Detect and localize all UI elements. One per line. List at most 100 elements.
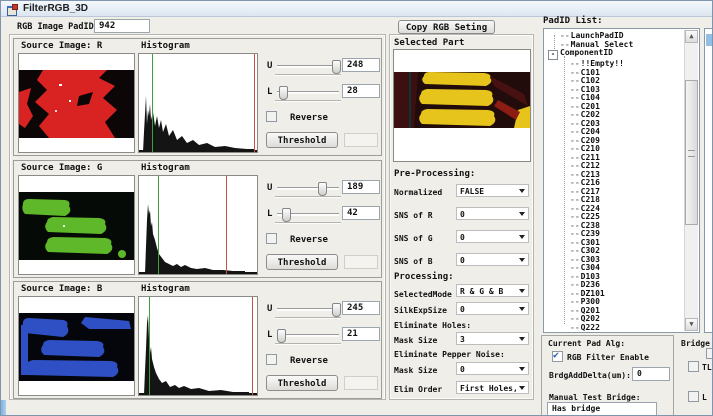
l-slider[interactable] <box>277 334 339 337</box>
tree-item[interactable]: C224 <box>548 205 685 214</box>
tree-item[interactable]: C238 <box>548 222 685 231</box>
reverse-checkbox[interactable] <box>266 354 277 365</box>
threshold-button[interactable]: Threshold <box>266 254 338 270</box>
selected-mode-dropdown[interactable]: R & G & B <box>456 284 529 297</box>
bridge-tl-label: TL <box>702 363 712 372</box>
u-slider-thumb[interactable] <box>332 303 341 317</box>
reverse-checkbox[interactable] <box>266 111 277 122</box>
tree-item[interactable]: C103 <box>548 86 685 95</box>
tree-item[interactable]: C204 <box>548 128 685 137</box>
tree-item[interactable]: Q222 <box>548 324 685 333</box>
scroll-thumb[interactable] <box>685 80 698 225</box>
chevron-down-icon <box>519 289 525 293</box>
tree-item[interactable]: C201 <box>548 103 685 112</box>
window-border-fragment <box>1 400 6 416</box>
tree-item[interactable]: C217 <box>548 188 685 197</box>
sns-r-dropdown[interactable]: 0 <box>456 207 529 220</box>
normalized-dropdown[interactable]: FALSE <box>456 184 529 197</box>
chevron-down-icon <box>519 258 525 262</box>
tree-item[interactable]: D236 <box>548 281 685 290</box>
tree-item[interactable]: C203 <box>548 120 685 129</box>
sns-b-value: 0 <box>460 256 465 265</box>
u-slider[interactable] <box>277 187 339 190</box>
tree-item[interactable]: C211 <box>548 154 685 163</box>
rgb-filter-label: RGB Filter Enable <box>567 353 649 362</box>
reverse-checkbox[interactable] <box>266 233 277 244</box>
tree-item[interactable]: C304 <box>548 264 685 273</box>
threshold-button[interactable]: Threshold <box>266 132 338 148</box>
tree-item[interactable]: !!Empty!! <box>548 60 685 69</box>
tree-item[interactable]: C212 <box>548 162 685 171</box>
source-image-g-bitmap <box>19 192 134 260</box>
l-slider-thumb[interactable] <box>277 329 286 343</box>
threshold-button[interactable]: Threshold <box>266 375 338 391</box>
rgb-filter-checkbox[interactable] <box>552 351 563 362</box>
selected-part-bitmap <box>394 72 530 128</box>
tree-item[interactable]: C210 <box>548 145 685 154</box>
filter-rgb-window: FilterRGB_3D RGB Image PadID: 942 Copy R… <box>0 0 713 416</box>
channel-panel-b: Source Image: B Histogram U 245 <box>13 281 382 399</box>
tree-item[interactable]: P300 <box>548 298 685 307</box>
l-slider-thumb[interactable] <box>279 86 288 100</box>
bridge-tl-checkbox[interactable] <box>688 361 699 372</box>
sns-g-dropdown[interactable]: 0 <box>456 230 529 243</box>
side-listbox-partial[interactable] <box>704 28 713 333</box>
selected-mode-label: SelectedMode <box>394 290 452 299</box>
current-pad-title: Current Pad Alg: <box>548 339 625 348</box>
tree-item[interactable]: C209 <box>548 137 685 146</box>
u-value-field[interactable]: 189 <box>342 180 380 194</box>
source-image-r-bitmap <box>19 70 134 138</box>
elim-order-dropdown[interactable]: First Holes, <box>456 381 529 394</box>
tree-item[interactable]: C213 <box>548 171 685 180</box>
scroll-up-icon[interactable]: ▲ <box>685 30 698 43</box>
tree-collapse-icon[interactable]: - <box>548 50 558 60</box>
u-slider-thumb[interactable] <box>332 60 341 74</box>
l-slider-thumb[interactable] <box>282 208 291 222</box>
u-value-field[interactable]: 245 <box>342 301 380 315</box>
tree-item[interactable]: C216 <box>548 179 685 188</box>
u-slider[interactable] <box>277 65 339 68</box>
bridge-checkbox-partial[interactable] <box>706 348 713 359</box>
tree-item[interactable]: C101 <box>548 69 685 78</box>
u-slider-thumb[interactable] <box>318 182 327 196</box>
reverse-label: Reverse <box>290 113 328 123</box>
pad-id-field[interactable]: 942 <box>94 19 150 33</box>
l-value-field[interactable]: 28 <box>342 84 380 98</box>
manual-bridge-field[interactable]: Has bridge <box>547 402 657 416</box>
tree-item[interactable]: C102 <box>548 77 685 86</box>
source-image-b-label: Source Image: B <box>21 284 102 294</box>
sns-b-dropdown[interactable]: 0 <box>456 253 529 266</box>
pepper-mask-dropdown[interactable]: 0 <box>456 362 529 375</box>
scroll-down-icon[interactable]: ▼ <box>685 318 698 331</box>
u-slider[interactable] <box>277 308 339 311</box>
u-value-field[interactable]: 248 <box>342 58 380 72</box>
tree-item[interactable]: C218 <box>548 196 685 205</box>
tree-item[interactable]: DZ101 <box>548 290 685 299</box>
l-value-field[interactable]: 42 <box>342 206 380 220</box>
title-bar[interactable]: FilterRGB_3D <box>1 1 712 17</box>
tree-item[interactable]: C301 <box>548 239 685 248</box>
l-slider[interactable] <box>277 91 339 94</box>
chevron-down-icon <box>519 212 525 216</box>
l-value-field[interactable]: 21 <box>342 327 380 341</box>
copy-rgb-setting-button[interactable]: Copy RGB Seting <box>398 20 495 34</box>
bridge-l-checkbox[interactable] <box>688 391 699 402</box>
tree-item[interactable]: C225 <box>548 213 685 222</box>
tree-item[interactable]: D103 <box>548 273 685 282</box>
selected-mode-value: R & G & B <box>460 287 503 296</box>
tree-item[interactable]: C302 <box>548 247 685 256</box>
bridge-delta-field[interactable]: 0 <box>632 367 670 381</box>
l-slider[interactable] <box>277 213 339 216</box>
tree-item[interactable]: Q201 <box>548 307 685 316</box>
tree-item[interactable]: C303 <box>548 256 685 265</box>
holes-mask-dropdown[interactable]: 3 <box>456 332 529 345</box>
silk-exp-dropdown[interactable]: 0 <box>456 302 529 315</box>
tree-item[interactable]: Q202 <box>548 315 685 324</box>
window-title: FilterRGB_3D <box>23 3 88 14</box>
tree-scrollbar[interactable]: ▲ ▼ <box>684 30 698 331</box>
tree-item[interactable]: C104 <box>548 94 685 103</box>
histogram-b <box>138 296 258 396</box>
tree-item[interactable]: C202 <box>548 111 685 120</box>
tree-item[interactable]: C239 <box>548 230 685 239</box>
threshold-result-box <box>344 376 378 390</box>
